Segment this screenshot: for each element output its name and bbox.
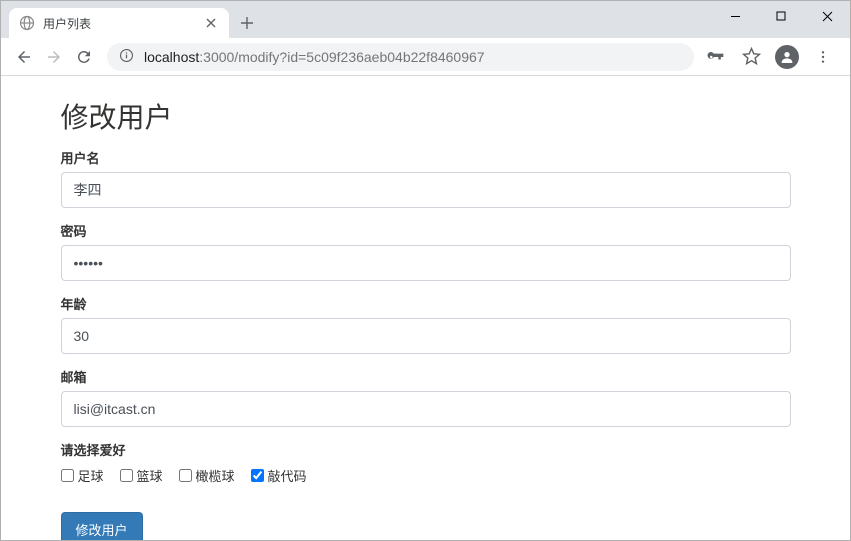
password-input[interactable]: [61, 245, 791, 281]
age-input[interactable]: [61, 318, 791, 354]
hobby-option[interactable]: 敲代码: [251, 466, 307, 485]
nav-toolbar: localhost:3000/modify?id=5c09f236aeb04b2…: [1, 38, 850, 76]
hobby-option[interactable]: 足球: [61, 466, 104, 485]
hobby-label: 篮球: [137, 466, 163, 485]
username-label: 用户名: [61, 148, 791, 167]
form-group-password: 密码: [61, 221, 791, 281]
url-text: localhost:3000/modify?id=5c09f236aeb04b2…: [144, 49, 485, 65]
site-info-icon[interactable]: [119, 48, 134, 66]
close-window-button[interactable]: [804, 1, 850, 31]
browser-window: 用户列表: [0, 0, 851, 541]
page-title: 修改用户: [61, 96, 791, 136]
hobby-label: 足球: [78, 466, 104, 485]
form-group-username: 用户名: [61, 148, 791, 208]
avatar-icon: [775, 45, 799, 69]
back-button[interactable]: [9, 42, 39, 72]
email-label: 邮箱: [61, 367, 791, 386]
hobby-checkbox[interactable]: [251, 469, 264, 482]
hobby-label: 敲代码: [268, 466, 307, 485]
titlebar: 用户列表: [1, 1, 850, 38]
maximize-button[interactable]: [758, 1, 804, 31]
username-input[interactable]: [61, 172, 791, 208]
age-label: 年龄: [61, 294, 791, 313]
hobby-option[interactable]: 篮球: [120, 466, 163, 485]
tabs-area: 用户列表: [1, 1, 261, 38]
hobbies-options: 足球 篮球 橄榄球 敲代码: [61, 464, 791, 485]
minimize-button[interactable]: [712, 1, 758, 31]
star-icon[interactable]: [738, 44, 764, 70]
window-controls: [712, 1, 850, 31]
address-bar[interactable]: localhost:3000/modify?id=5c09f236aeb04b2…: [107, 43, 694, 71]
password-label: 密码: [61, 221, 791, 240]
toolbar-right: [702, 44, 842, 70]
hobby-label: 橄榄球: [196, 466, 235, 485]
hobby-checkbox[interactable]: [61, 469, 74, 482]
new-tab-button[interactable]: [233, 9, 261, 37]
form-group-age: 年龄: [61, 294, 791, 354]
forward-button[interactable]: [39, 42, 69, 72]
browser-tab[interactable]: 用户列表: [9, 8, 229, 38]
form-container: 修改用户 用户名 密码 年龄 邮箱 请选择爱好 足球 篮球 橄榄球 敲代码: [61, 76, 791, 540]
hobby-checkbox[interactable]: [179, 469, 192, 482]
page-content: 修改用户 用户名 密码 年龄 邮箱 请选择爱好 足球 篮球 橄榄球 敲代码: [1, 76, 850, 540]
profile-button[interactable]: [774, 44, 800, 70]
tab-close-icon[interactable]: [203, 15, 219, 31]
email-input[interactable]: [61, 391, 791, 427]
tab-title: 用户列表: [43, 15, 203, 32]
submit-button[interactable]: 修改用户: [61, 512, 143, 540]
menu-button[interactable]: [810, 44, 836, 70]
reload-button[interactable]: [69, 42, 99, 72]
hobby-option[interactable]: 橄榄球: [179, 466, 235, 485]
globe-icon: [19, 15, 35, 31]
key-icon[interactable]: [702, 44, 728, 70]
form-group-hobbies: 请选择爱好 足球 篮球 橄榄球 敲代码: [61, 440, 791, 485]
hobbies-label: 请选择爱好: [61, 440, 791, 459]
hobby-checkbox[interactable]: [120, 469, 133, 482]
form-group-email: 邮箱: [61, 367, 791, 427]
